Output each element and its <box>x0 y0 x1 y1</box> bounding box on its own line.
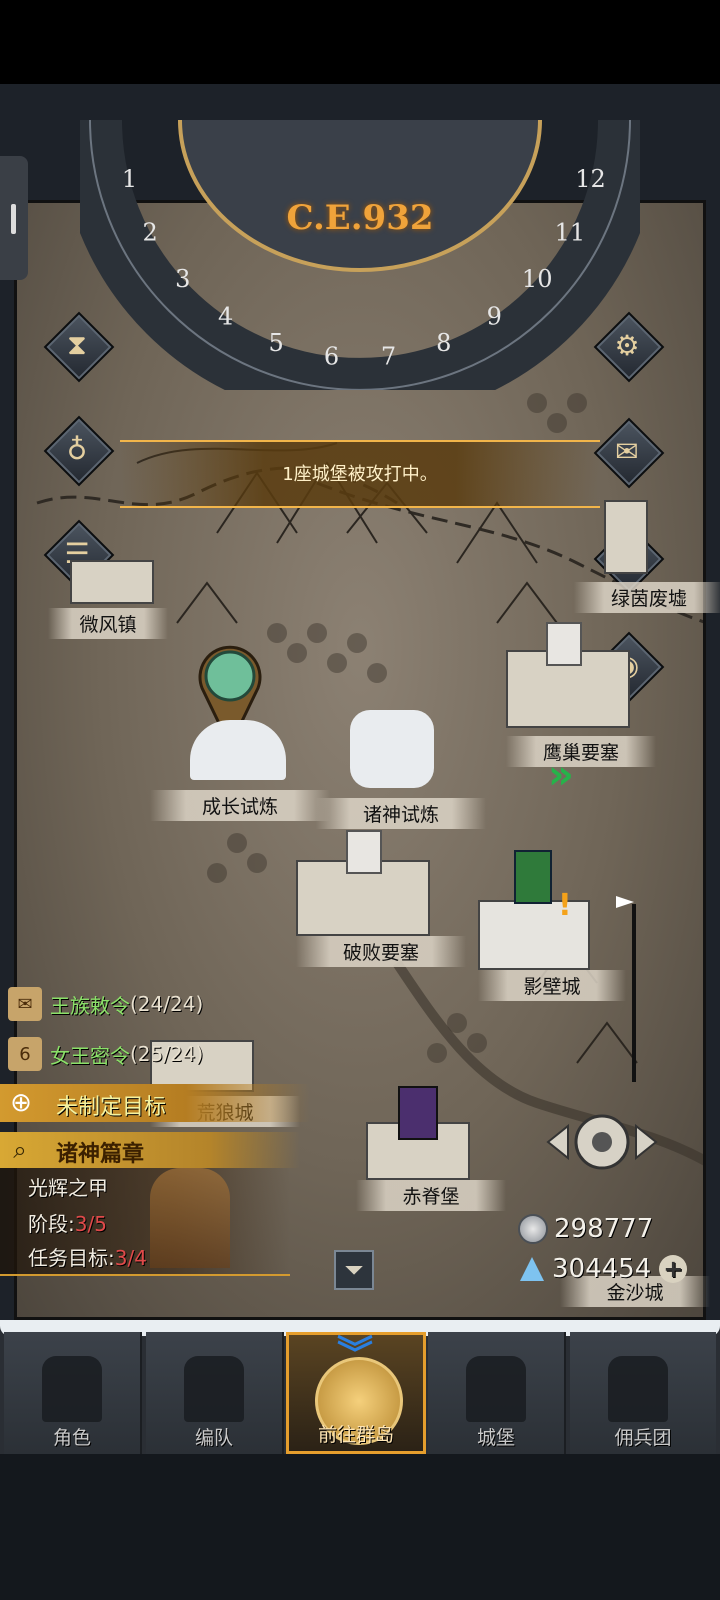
nav-mercenary[interactable]: 佣兵团 <box>570 1332 716 1454</box>
silver-coin-icon <box>518 1214 548 1244</box>
peak-icon-zhushen[interactable] <box>350 710 434 788</box>
calendar-month: 10 <box>522 265 553 293</box>
castle-icon-lvyin[interactable] <box>604 500 648 574</box>
stage-value: 3/5 <box>74 1212 107 1236</box>
silver-currency: 298777 <box>518 1214 653 1244</box>
purple-banner-icon <box>398 1086 438 1140</box>
nav-mercenary-label: 佣兵团 <box>614 1427 672 1449</box>
collapse-down-icon: ⏷ <box>344 1256 364 1284</box>
quest-royal-order-count: (24/24) <box>130 992 204 1016</box>
nav-islands[interactable]: ︾ 前往群岛 <box>286 1332 426 1454</box>
chapter-bar[interactable]: ⌕ 诸神篇章 <box>0 1132 300 1168</box>
crystal-currency: 304454 + <box>520 1254 688 1284</box>
location-lvyin[interactable]: 绿茵废墟 <box>574 582 720 613</box>
location-zhushen[interactable]: 诸神试炼 <box>316 798 486 829</box>
gear-icon: ⚙ <box>614 328 640 362</box>
goal-bar[interactable]: ⊕ 未制定目标 <box>0 1084 310 1122</box>
tree-flag-icon <box>514 850 552 904</box>
hourglass-icon: ⧗ <box>67 328 87 361</box>
mercenary-banner-icon <box>608 1356 668 1422</box>
calendar-month: 6 <box>324 342 339 370</box>
white-flag-icon <box>346 830 382 874</box>
helmet-icon <box>184 1356 244 1422</box>
magnifier-icon: ⌕ <box>13 1136 27 1164</box>
calendar-month: 5 <box>269 329 284 357</box>
bag-button[interactable]: ♁ <box>43 415 115 487</box>
active-chevron-icon: ︾ <box>337 1334 374 1375</box>
calendar-month: 3 <box>175 265 190 293</box>
calendar-month: 2 <box>142 218 157 246</box>
knight-icon <box>42 1356 102 1422</box>
location-pobai[interactable]: 破败要塞 <box>296 936 466 967</box>
direction-pad-icon[interactable] <box>544 1108 660 1178</box>
calendar-month: 8 <box>436 329 451 357</box>
goal-label: 未制定目标 <box>56 1095 167 1120</box>
castle-icon <box>466 1356 526 1422</box>
collapse-button[interactable]: ⏷ <box>334 1250 374 1290</box>
calendar-year: C.E.932 <box>286 198 434 238</box>
chapter-title: 光辉之甲 <box>28 1176 108 1200</box>
calendar-month: 7 <box>381 342 396 370</box>
scroll-6-icon: 6 <box>8 1037 42 1071</box>
calendar-month: 4 <box>218 303 233 331</box>
money-bag-icon: ♁ <box>66 432 88 466</box>
quest-queen-order-label: 女王密令 <box>50 1043 130 1068</box>
alert-icon: ! <box>558 888 572 923</box>
quest-royal-order-label: 王族敕令 <box>50 993 130 1018</box>
white-flag-icon <box>546 622 582 666</box>
crystal-amount: 304454 <box>552 1254 652 1284</box>
castle-icon-yingbi[interactable] <box>478 900 590 970</box>
mail-icon: ✉ <box>615 434 639 468</box>
notice-banner: 1座城堡被攻打中。 <box>120 440 600 508</box>
calendar-wheel: 12345 6 7 89101112 <box>80 120 640 390</box>
chapter-panel[interactable]: 光辉之甲 阶段:3/5 任务目标:3/4 <box>0 1168 290 1276</box>
quest-queen-order-count: (25/24) <box>130 1042 204 1066</box>
location-chengzhang[interactable]: 成长试炼 <box>150 790 330 821</box>
nav-formation[interactable]: 编队 <box>146 1332 284 1454</box>
chapter-label: 诸神篇章 <box>56 1142 145 1167</box>
crystal-icon <box>520 1257 544 1281</box>
quest-royal-order[interactable]: ✉ 王族敕令 (24/24) <box>0 984 203 1024</box>
location-yingchou[interactable]: 鹰巢要塞 <box>506 736 656 767</box>
stage-label: 阶段: <box>28 1212 75 1236</box>
location-chiji[interactable]: 赤脊堡 <box>356 1180 506 1211</box>
nav-character-label: 角色 <box>52 1427 91 1449</box>
nav-formation-label: 编队 <box>194 1427 233 1449</box>
nav-castle-label: 城堡 <box>476 1427 515 1449</box>
mail-button[interactable]: ✉ <box>593 417 665 489</box>
zoom-slider[interactable] <box>616 896 638 1086</box>
location-yingbi[interactable]: 影壁城 <box>478 970 626 1001</box>
settings-button[interactable]: ⚙ <box>593 311 665 383</box>
bottom-nav: 角色 编队 ︾ 前往群岛 城堡 佣兵团 <box>0 1320 720 1454</box>
task-label: 任务目标: <box>28 1246 115 1270</box>
scroll-seal-icon: ✉ <box>8 987 42 1021</box>
add-crystal-button[interactable]: + <box>659 1255 688 1283</box>
hourglass-button[interactable]: ⧗ <box>43 311 115 383</box>
town-icon-weifeng[interactable] <box>70 560 154 604</box>
march-arrow-icon[interactable]: » <box>548 752 574 798</box>
silver-amount: 298777 <box>554 1214 654 1244</box>
target-icon: ⊕ <box>10 1088 32 1118</box>
nav-islands-label: 前往群岛 <box>317 1424 394 1446</box>
nav-castle[interactable]: 城堡 <box>428 1332 566 1454</box>
calendar-month: 9 <box>487 303 502 331</box>
drawer-grip-icon <box>11 204 16 234</box>
notice-text: 1座城堡被攻打中。 <box>282 464 438 485</box>
side-drawer-handle[interactable] <box>0 156 28 280</box>
system-nav-area <box>0 1454 720 1600</box>
nav-character[interactable]: 角色 <box>4 1332 142 1454</box>
task-value: 3/4 <box>114 1246 147 1270</box>
calendar-month: 1 <box>122 165 137 193</box>
status-bar <box>0 0 720 84</box>
golden-warrior-image <box>150 1168 230 1268</box>
snow-trees-icon <box>190 720 286 780</box>
calendar-month: 11 <box>555 218 586 246</box>
location-weifeng[interactable]: 微风镇 <box>48 608 168 639</box>
calendar-month: 12 <box>575 165 606 193</box>
quest-queen-order[interactable]: 6 女王密令 (25/24) <box>0 1034 203 1074</box>
